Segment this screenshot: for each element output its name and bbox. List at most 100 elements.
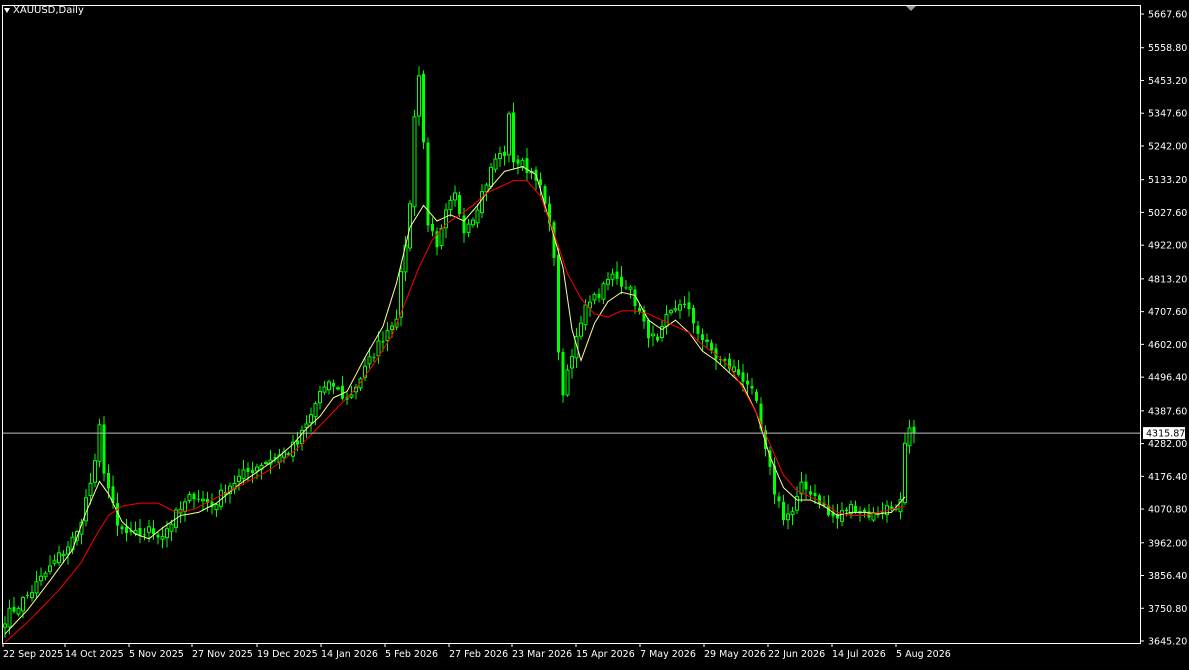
price-tick-label: 4070.80 [1148, 505, 1187, 516]
candle-body-bear [512, 112, 515, 163]
current-price-tag: 4315.87 [1143, 427, 1185, 440]
candle-body-bull [349, 394, 354, 398]
candle-body-bull [480, 191, 484, 214]
candle-body-bear [431, 223, 434, 232]
candle-body-bull [327, 381, 331, 391]
candle-body-bull [52, 560, 57, 564]
candle-body-bear [620, 276, 623, 287]
candle-body-bear [125, 526, 128, 534]
candle-body-bear [615, 271, 619, 279]
price-tick-label: 5133.20 [1148, 175, 1187, 186]
price-tick-label: 4707.60 [1148, 307, 1187, 318]
candle-body-bear [777, 496, 781, 502]
candle-body-bear [251, 470, 254, 474]
candle-body-bull [606, 278, 610, 285]
candle-body-bear [516, 159, 520, 164]
candle-body-bull [322, 386, 327, 393]
time-tick-label: 7 May 2026 [640, 649, 696, 660]
candle-body-bear [156, 534, 160, 538]
candle-body-bear [737, 369, 740, 375]
candle-body-bear [539, 179, 542, 185]
candle-body-bull [786, 513, 790, 521]
candle-body-bull [66, 546, 70, 555]
candle-body-bull [475, 209, 480, 224]
candle-body-bull [304, 423, 309, 429]
candle-body-bear [120, 526, 124, 530]
candle-body-bull [169, 523, 174, 532]
candle-body-bull [493, 158, 498, 170]
time-tick-label: 27 Feb 2026 [449, 649, 508, 660]
candle-body-bear [755, 391, 758, 401]
candle-body-bear [746, 380, 749, 385]
candle-body-bull [565, 369, 570, 396]
candle-body-bull [255, 466, 259, 472]
candle-body-bull [610, 273, 615, 280]
candle-body-bear [692, 307, 695, 324]
candle-body-bear [296, 440, 299, 445]
candle-body-bear [503, 151, 506, 157]
candle-body-bull [471, 219, 475, 226]
price-tick-label: 5347.60 [1148, 109, 1187, 120]
price-tick-label: 5027.60 [1148, 208, 1187, 219]
ma-fast-line [4, 166, 906, 635]
candle-body-bear [750, 385, 754, 389]
candle-body-bull [390, 325, 394, 330]
price-tick-label: 4602.00 [1148, 340, 1187, 351]
time-tick-label: 15 Apr 2026 [576, 649, 635, 660]
candle-body-bear [561, 352, 565, 396]
candle-body-bear [854, 505, 857, 513]
candle-body-bull [592, 294, 597, 301]
candle-body-bull [507, 113, 511, 156]
candle-body-bull [21, 597, 25, 612]
price-tick-label: 4496.40 [1148, 373, 1187, 384]
chart-window[interactable]: XAUUSD,Daily 5667.60 5558.80 5453.20 5347.6… [0, 0, 1189, 666]
candle-body-bull [678, 304, 682, 311]
time-tick-label: 14 Jan 2026 [321, 649, 378, 660]
candle-body-bear [696, 325, 700, 334]
candle-body-bear [426, 142, 430, 226]
price-tick-label: 4813.20 [1148, 274, 1187, 285]
candle-body-bull [48, 565, 52, 572]
candle-body-bear [525, 158, 529, 174]
time-tick-label: 23 Mar 2026 [512, 649, 572, 660]
candle-body-bear [656, 336, 659, 341]
time-axis[interactable]: 22 Sep 2025 14 Oct 2025 5 Nov 2025 27 Nov 2… [2, 643, 951, 660]
candle-body-bull [61, 553, 66, 557]
candle-body-bull [367, 356, 372, 365]
price-chart[interactable]: 5667.60 5558.80 5453.20 5347.60 5242.00 5133.… [0, 0, 1189, 666]
candle-body-bear [192, 493, 196, 500]
candle-body-bull [579, 322, 583, 337]
candle-body-bull [660, 325, 664, 339]
candle-body-bull [732, 366, 736, 372]
candle-body-bear [710, 342, 713, 351]
chart-title[interactable]: XAUUSD,Daily [4, 5, 84, 16]
candle-body-bull [570, 356, 574, 369]
shift-marker-icon[interactable] [906, 6, 916, 11]
candle-body-bull [313, 403, 318, 418]
candle-body-bear [597, 293, 601, 298]
candle-body-bear [107, 472, 110, 489]
candle-body-bear [332, 382, 335, 387]
candle-body-bull [664, 314, 669, 327]
candle-body-bull [466, 223, 471, 233]
ma-slow-line [4, 180, 906, 643]
price-tick-label: 5558.80 [1148, 43, 1187, 54]
candle-body-bull [187, 494, 192, 502]
candle-body-bear [818, 495, 821, 505]
candle-body-bull [160, 536, 165, 540]
candle-body-bull [790, 511, 795, 516]
price-axis[interactable]: 5667.60 5558.80 5453.20 5347.60 5242.00 5133.… [1140, 10, 1187, 648]
candle-body-bull [30, 592, 34, 599]
candle-body-bull [417, 75, 421, 117]
price-tick-label: 5242.00 [1148, 141, 1187, 152]
time-tick-label: 19 Dec 2025 [257, 649, 318, 660]
candle-body-bull [57, 552, 61, 564]
price-tick-label: 4387.60 [1148, 406, 1187, 417]
moving-averages-group [4, 166, 906, 643]
current-price-label: 4315.87 [1146, 429, 1185, 440]
chart-menu-triangle-icon[interactable] [4, 8, 10, 13]
candle-body-bear [782, 501, 785, 521]
price-tick-label: 3856.40 [1148, 571, 1187, 582]
candle-body-bull [309, 414, 313, 424]
candle-body-bull [498, 153, 502, 159]
